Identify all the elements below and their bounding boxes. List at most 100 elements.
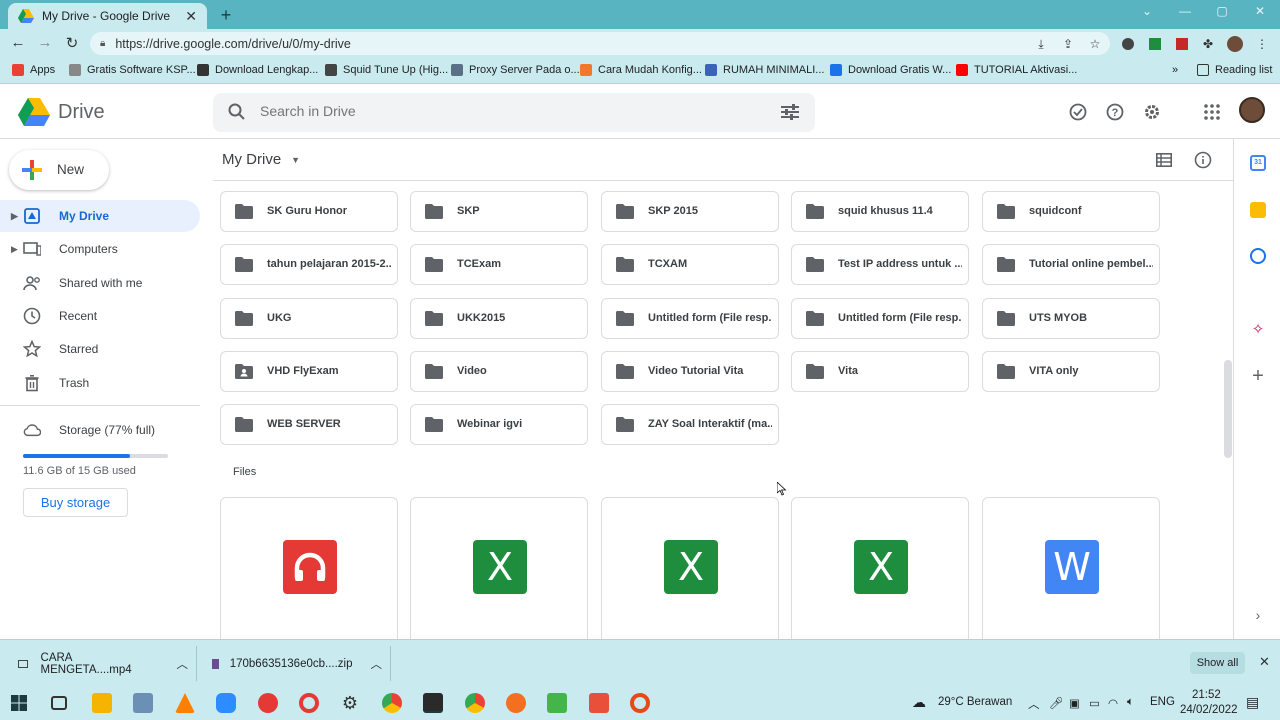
sidebar-item-my-drive[interactable]: ▶ My Drive (0, 200, 200, 232)
folder-item[interactable]: UTS MYOB (982, 298, 1160, 339)
task-view-icon[interactable] (51, 696, 67, 710)
browser-menu-icon[interactable]: ⋮ (1253, 35, 1271, 53)
bookmark-item[interactable]: RUMAH MINIMALI... (705, 64, 824, 76)
show-all-button[interactable]: Show all (1190, 652, 1245, 674)
opera-icon[interactable] (299, 693, 319, 713)
excel-extension-icon[interactable] (1146, 35, 1164, 53)
folder-item[interactable]: Test IP address untuk ... (791, 244, 969, 285)
bookmark-item[interactable]: Apps (12, 64, 55, 76)
tray-overflow-icon[interactable]: ︿ (1028, 696, 1040, 712)
camtasia-icon[interactable] (547, 693, 567, 713)
tab-search-icon[interactable]: ⌄ (1137, 4, 1157, 18)
folder-item[interactable]: SK Guru Honor (220, 191, 398, 232)
bookmark-item[interactable]: Gratis Software KSP... (69, 64, 196, 76)
lock-icon[interactable]: 🔒︎ (100, 38, 105, 49)
search-input[interactable] (260, 103, 760, 119)
wifi-icon[interactable]: ◠ (1108, 696, 1118, 710)
sidebar-item-storage[interactable]: Storage (77% full) (0, 414, 200, 446)
clock-time[interactable]: 21:52 (1192, 689, 1221, 701)
apps-grid-icon[interactable] (1201, 101, 1223, 123)
addon-icon[interactable]: ✧ (1250, 322, 1266, 338)
back-button[interactable]: ← (8, 34, 28, 51)
folder-item[interactable]: UKK2015 (410, 298, 588, 339)
file-card[interactable] (220, 497, 398, 639)
notepad-icon[interactable] (133, 693, 153, 713)
folder-item[interactable]: ZAY Soal Interaktif (ma... (601, 404, 779, 445)
file-card[interactable]: X (791, 497, 969, 639)
minimize-button[interactable]: — (1175, 4, 1195, 18)
sidebar-item-recent[interactable]: Recent (0, 300, 200, 332)
bookmarks-overflow-icon[interactable]: » (1172, 64, 1178, 76)
close-tab-icon[interactable]: ✕ (185, 8, 197, 25)
list-view-icon[interactable] (1153, 149, 1175, 171)
bookmark-star-icon[interactable]: ☆ (1086, 35, 1104, 53)
help-icon[interactable]: ? (1104, 101, 1126, 123)
windows-start-icon[interactable] (11, 695, 27, 711)
share-icon[interactable]: ⇪ (1059, 35, 1077, 53)
maximize-button[interactable]: ▢ (1212, 4, 1232, 18)
address-bar[interactable]: 🔒︎ https://drive.google.com/drive/u/0/my… (90, 32, 1110, 55)
folder-item[interactable]: squid khusus 11.4 (791, 191, 969, 232)
settings-icon[interactable]: ⚙ (340, 693, 360, 713)
language-indicator[interactable]: ENG (1150, 696, 1175, 708)
folder-item[interactable]: Untitled form (File resp... (601, 298, 779, 339)
folder-item[interactable]: Video Tutorial Vita (601, 351, 779, 392)
battery-icon[interactable]: ▭ (1089, 696, 1100, 710)
file-explorer-icon[interactable] (92, 693, 112, 713)
offline-ready-icon[interactable] (1067, 101, 1089, 123)
folder-item[interactable]: squidconf (982, 191, 1160, 232)
sidebar-item-computers[interactable]: ▶ Computers (0, 233, 200, 265)
breadcrumb[interactable]: My Drive ▼ (222, 151, 300, 168)
folder-item[interactable]: TCXAM (601, 244, 779, 285)
weather-icon[interactable]: ☁ (912, 694, 926, 711)
search-options-icon[interactable] (781, 104, 799, 120)
reading-list-button[interactable]: Reading list (1197, 64, 1272, 76)
puzzle-icon[interactable]: ✤ (1199, 35, 1217, 53)
folder-item[interactable]: VITA only (982, 351, 1160, 392)
download-item[interactable]: CARA MENGETA....mp4 ︿ (18, 640, 188, 687)
sidebar-item-starred[interactable]: Starred (0, 333, 200, 365)
folder-item[interactable]: SKP 2015 (601, 191, 779, 232)
chevron-up-icon[interactable]: ︿ (371, 656, 383, 672)
new-button[interactable]: New (9, 150, 109, 190)
tray-app-icon[interactable]: ▣ (1069, 696, 1080, 710)
main-scrollbar[interactable] (1224, 360, 1232, 458)
browser-tab[interactable]: My Drive - Google Drive ✕ (8, 3, 207, 29)
zoom-icon[interactable] (216, 693, 236, 713)
pdf-extension-icon[interactable] (1173, 35, 1191, 53)
file-card[interactable]: W (982, 497, 1160, 639)
folder-item[interactable]: SKP (410, 191, 588, 232)
notifications-icon[interactable]: ▤ (1246, 694, 1259, 711)
sidebar-item-shared-with-me[interactable]: Shared with me (0, 267, 200, 299)
weather-text[interactable]: 29°C Berawan (938, 696, 1012, 708)
info-icon[interactable] (1192, 149, 1214, 171)
bookmark-item[interactable]: Download Lengkap... (197, 64, 318, 76)
keep-icon[interactable] (1250, 202, 1266, 218)
close-window-button[interactable]: ✕ (1250, 4, 1270, 18)
sidebar-item-trash[interactable]: Trash (0, 367, 200, 399)
chrome-icon[interactable] (382, 693, 402, 713)
camtasia-recorder-icon[interactable] (589, 693, 609, 713)
bookmark-item[interactable]: Proxy Server Pada o... (451, 64, 580, 76)
clock-date[interactable]: 24/02/2022 (1180, 704, 1238, 716)
folder-item[interactable]: Untitled form (File resp... (791, 298, 969, 339)
chevron-right-icon[interactable]: › (1250, 607, 1266, 623)
bookmark-item[interactable]: TUTORIAL Aktivasi... (956, 64, 1077, 76)
file-card[interactable]: X (601, 497, 779, 639)
search-bar[interactable] (213, 93, 815, 132)
avast-icon[interactable] (506, 693, 526, 713)
forward-button[interactable]: → (35, 34, 55, 51)
bookmark-item[interactable]: Squid Tune Up (Hig... (325, 64, 448, 76)
folder-item[interactable]: Webinar igvi (410, 404, 588, 445)
extension-icon[interactable] (1119, 35, 1137, 53)
download-item[interactable]: 170b6635136e0cb....zip ︿ (212, 640, 382, 687)
install-icon[interactable]: ⤓ (1032, 35, 1050, 53)
folder-item[interactable]: TCExam (410, 244, 588, 285)
folder-item[interactable]: Vita (791, 351, 969, 392)
file-card[interactable]: X (410, 497, 588, 639)
calendar-icon[interactable]: 31 (1250, 155, 1266, 171)
new-tab-button[interactable]: + (217, 5, 235, 26)
ccleaner-icon[interactable] (630, 693, 650, 713)
get-addons-plus-icon[interactable]: + (1250, 366, 1266, 386)
close-downloads-icon[interactable]: ✕ (1259, 654, 1270, 670)
